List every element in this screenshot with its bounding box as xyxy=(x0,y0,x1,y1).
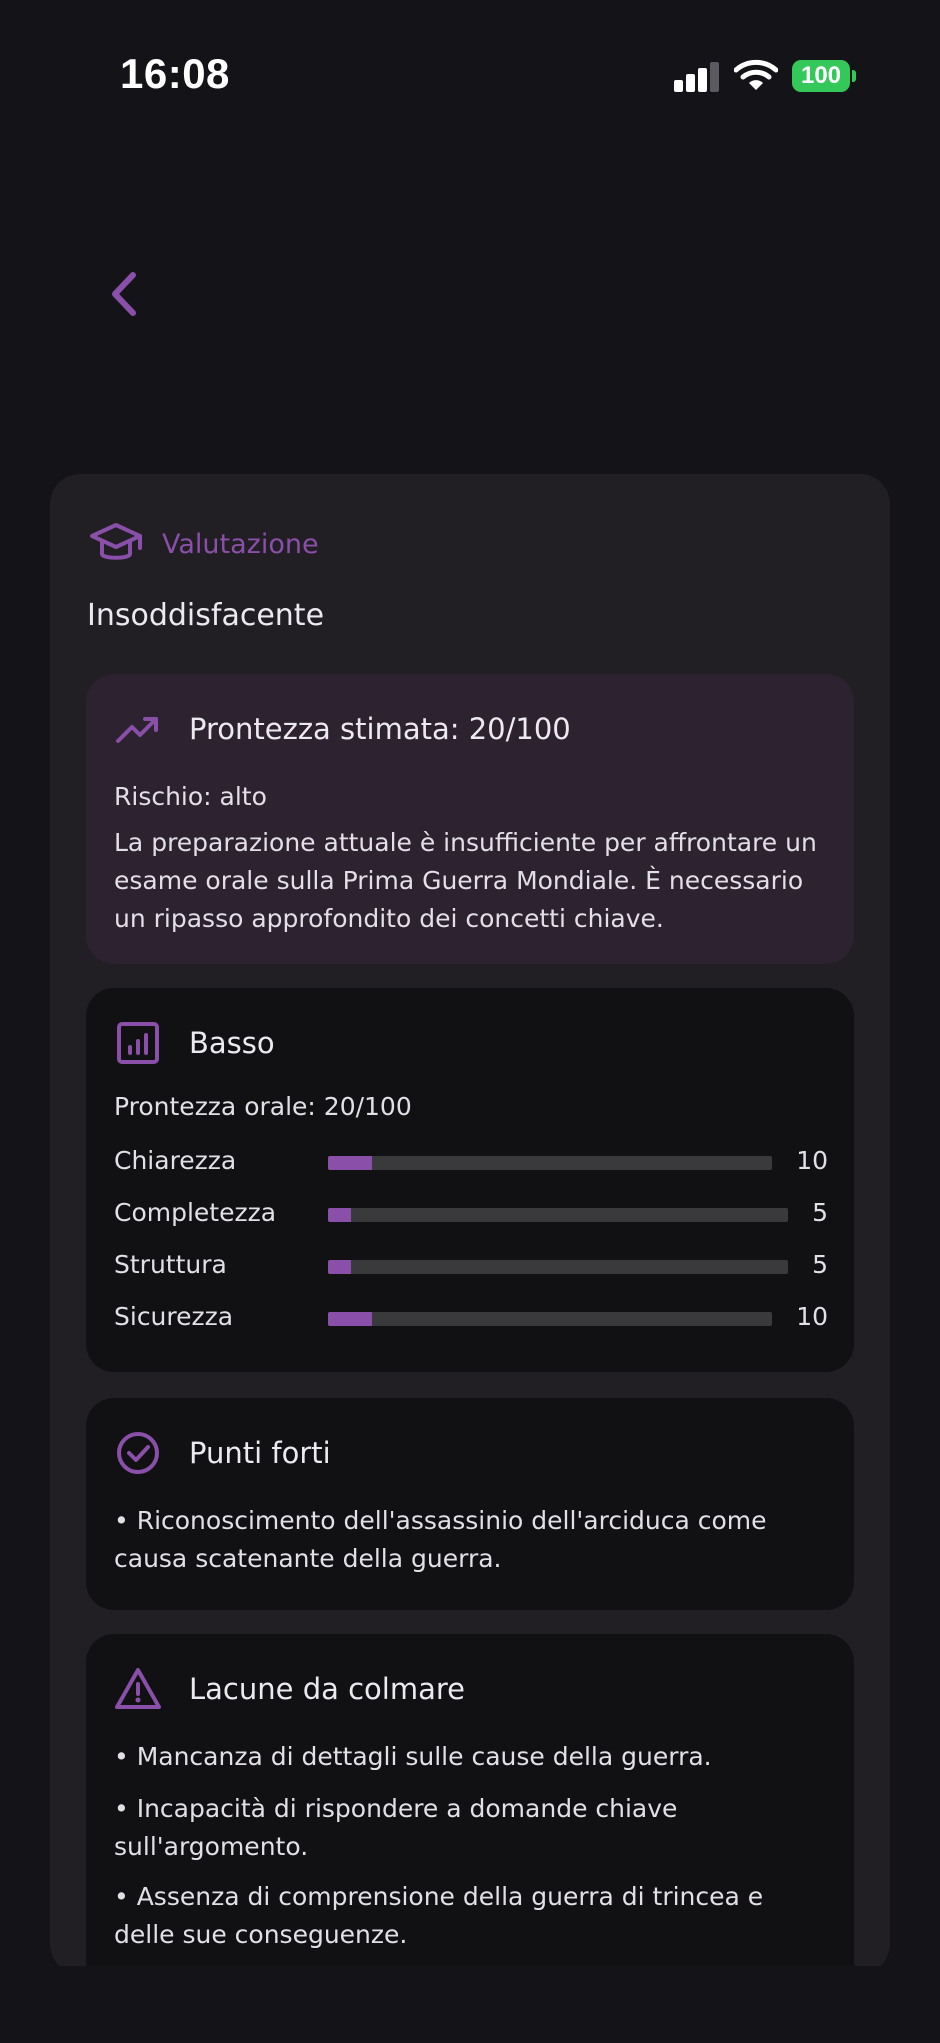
score-value: 10 xyxy=(796,1146,828,1175)
strength-item: • Riconoscimento dell'assassinio dell'ar… xyxy=(114,1506,767,1573)
strengths-title: Punti forti xyxy=(189,1436,331,1470)
readiness-description: La preparazione attuale è insufficiente … xyxy=(114,828,817,933)
status-time: 16:08 xyxy=(120,50,230,97)
score-label: Completezza xyxy=(114,1198,277,1227)
scores-title: Basso xyxy=(189,1026,275,1060)
score-value: 5 xyxy=(812,1198,828,1227)
trending-up-icon xyxy=(116,717,158,743)
battery-level: 100 xyxy=(792,60,850,92)
check-circle-icon xyxy=(117,1432,159,1474)
warning-triangle-icon xyxy=(115,1668,161,1709)
score-row: Chiarezza 10 xyxy=(114,1142,828,1182)
evaluation-header: Valutazione xyxy=(88,514,319,574)
score-bar xyxy=(328,1312,772,1326)
signal-icon xyxy=(674,62,720,92)
scores-panel: Basso Prontezza orale: 20/100 Chiarezza … xyxy=(86,988,854,1372)
score-label: Struttura xyxy=(114,1250,227,1279)
evaluation-screen: 16:08 100 Valutazione Insoddisfacente Pr… xyxy=(0,0,940,2043)
wifi-icon xyxy=(733,58,779,92)
score-bar xyxy=(328,1260,788,1274)
score-value: 10 xyxy=(796,1302,828,1331)
back-button[interactable] xyxy=(96,262,152,326)
battery-icon: 100 xyxy=(792,60,856,92)
chevron-left-icon xyxy=(112,272,136,316)
status-bar: 16:08 100 xyxy=(0,0,940,150)
score-label: Sicurezza xyxy=(114,1302,234,1331)
gap-item: • Assenza di comprensione della guerra d… xyxy=(114,1882,764,1949)
evaluation-verdict: Insoddisfacente xyxy=(87,598,325,633)
readiness-panel: Prontezza stimata: 20/100 Rischio: alto … xyxy=(86,674,854,964)
oral-readiness: Prontezza orale: 20/100 xyxy=(114,1092,412,1121)
score-bar-fill xyxy=(328,1208,351,1222)
gap-item: • Mancanza di dettagli sulle cause della… xyxy=(114,1742,712,1771)
bar-chart-icon xyxy=(117,1022,159,1064)
score-bar-fill xyxy=(328,1312,373,1326)
gap-item: • Incapacità di rispondere a domande chi… xyxy=(114,1794,678,1861)
score-row: Completezza 5 xyxy=(114,1194,828,1234)
score-row: Struttura 5 xyxy=(114,1246,828,1286)
score-bar xyxy=(328,1156,772,1170)
bottom-edge xyxy=(0,1966,940,2043)
score-value: 5 xyxy=(812,1250,828,1279)
gaps-title: Lacune da colmare xyxy=(189,1672,465,1706)
score-row: Sicurezza 10 xyxy=(114,1298,828,1338)
risk-level: Rischio: alto xyxy=(114,782,267,811)
score-bar-fill xyxy=(328,1260,351,1274)
evaluation-card: Valutazione Insoddisfacente Prontezza st… xyxy=(50,474,890,1974)
score-bar-fill xyxy=(328,1156,373,1170)
strengths-panel: Punti forti • Riconoscimento dell'assass… xyxy=(86,1398,854,1610)
score-label: Chiarezza xyxy=(114,1146,237,1175)
graduation-cap-icon xyxy=(90,523,142,560)
readiness-title: Prontezza stimata: 20/100 xyxy=(189,712,571,746)
gaps-panel: Lacune da colmare • Mancanza di dettagli… xyxy=(86,1634,854,1974)
score-bar xyxy=(328,1208,788,1222)
evaluation-label: Valutazione xyxy=(162,528,319,560)
